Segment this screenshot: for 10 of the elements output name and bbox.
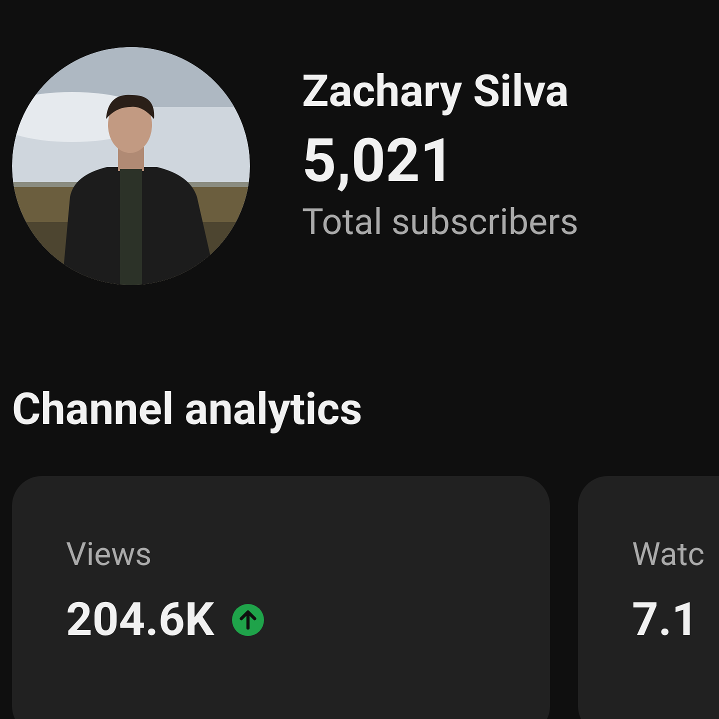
subscriber-count: 5,021 [302,124,456,198]
stat-label: Views [66,534,152,574]
stat-value: 7.1 [632,592,698,648]
subscriber-label: Total subscribers [302,200,578,245]
section-title: Channel analytics [11,382,364,437]
stat-value: 204.6K [66,592,214,648]
stat-label: Watc [632,534,704,574]
stat-card[interactable]: Views 204.6K [12,476,550,719]
channel-name: Zachary Silva [302,64,570,119]
stat-card[interactable]: Watc 7.1 [578,476,719,719]
